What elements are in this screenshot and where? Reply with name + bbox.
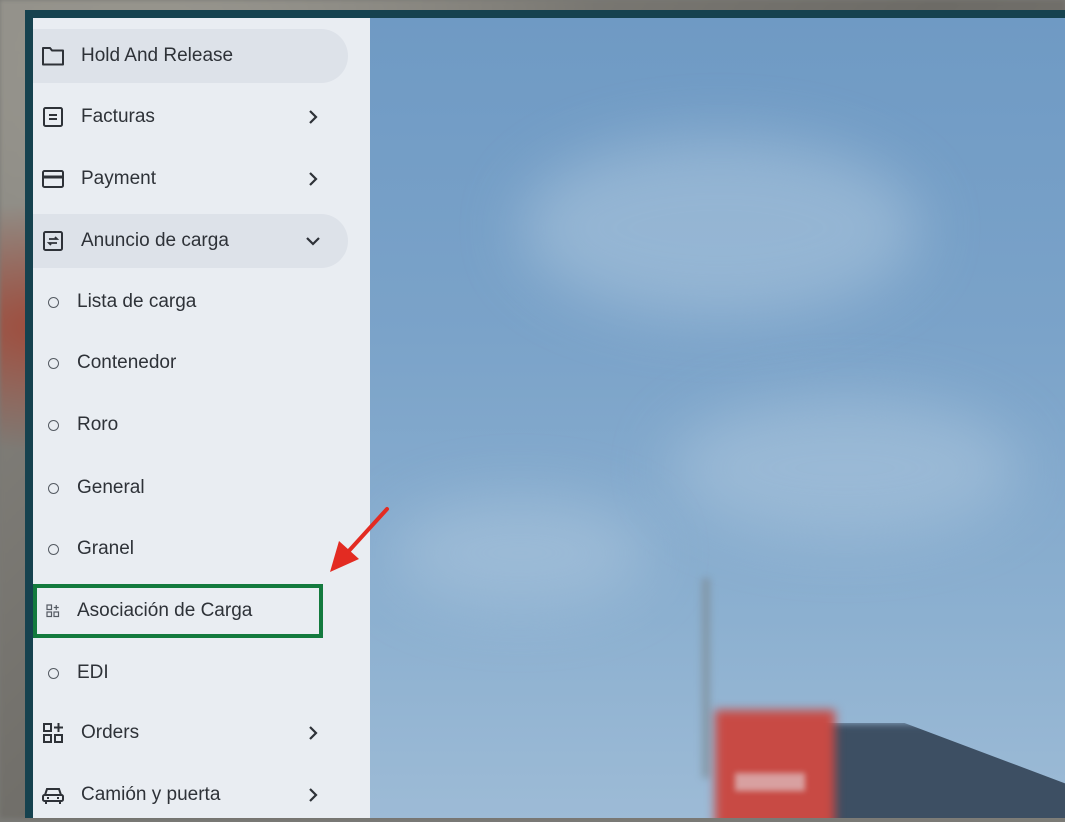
chevron-right-icon	[303, 109, 323, 125]
sidebar-subitem-edi[interactable]: EDI	[33, 646, 348, 700]
transfer-icon	[38, 230, 68, 252]
sidebar-item-label: Roro	[77, 414, 119, 435]
chevron-down-icon	[303, 235, 323, 247]
red-building	[715, 710, 835, 818]
circle-icon	[43, 543, 63, 555]
sidebar-item-label: General	[77, 477, 145, 498]
building-roof	[810, 723, 1065, 818]
chevron-right-icon	[303, 171, 323, 187]
circle-icon	[43, 482, 63, 494]
callout-highlight-box	[33, 584, 323, 638]
circle-icon	[43, 357, 63, 369]
sidebar-item-payment[interactable]: Payment	[33, 152, 348, 206]
main-content-area	[370, 18, 1065, 818]
circle-icon	[43, 667, 63, 679]
truck-icon	[38, 784, 68, 806]
sidebar-item-label: EDI	[77, 662, 109, 683]
invoice-icon	[38, 106, 68, 128]
sidebar-item-label: Granel	[77, 538, 135, 559]
sidebar-item-label: Camión y puerta	[81, 784, 221, 805]
sidebar-subitem-roro[interactable]: Roro	[33, 398, 348, 452]
sidebar-subitem-lista-de-carga[interactable]: Lista de carga	[33, 275, 348, 329]
sidebar-item-label: Anuncio de carga	[81, 230, 229, 251]
circle-icon	[43, 419, 63, 431]
circle-icon	[43, 296, 63, 308]
credit-card-icon	[38, 169, 68, 189]
sidebar-item-orders[interactable]: Orders	[33, 706, 348, 760]
folder-icon	[38, 46, 68, 66]
sidebar-item-label: Facturas	[81, 106, 155, 127]
sidebar-subitem-contenedor[interactable]: Contenedor	[33, 336, 348, 390]
chevron-right-icon	[303, 725, 323, 741]
sidebar-item-facturas[interactable]: Facturas	[33, 90, 348, 144]
sidebar-subitem-general[interactable]: General	[33, 461, 348, 515]
sidebar-item-hold-and-release[interactable]: Hold And Release	[33, 29, 348, 83]
antenna-pole	[702, 578, 710, 778]
sidebar-item-label: Lista de carga	[77, 291, 197, 312]
building-sign	[735, 773, 805, 791]
chevron-right-icon	[303, 787, 323, 803]
sidebar-item-label: Orders	[81, 722, 140, 743]
sidebar-item-label: Contenedor	[77, 352, 177, 373]
sidebar-item-anuncio-de-carga[interactable]: Anuncio de carga	[33, 214, 348, 268]
red-arrow-icon	[330, 507, 389, 572]
sidebar-subitem-granel[interactable]: Granel	[33, 522, 348, 576]
sidebar-item-label: Payment	[81, 168, 156, 189]
grid-plus-icon	[38, 722, 68, 744]
sidebar-item-camion-y-puerta[interactable]: Camión y puerta	[33, 768, 348, 822]
sidebar-item-label: Hold And Release	[81, 45, 234, 66]
